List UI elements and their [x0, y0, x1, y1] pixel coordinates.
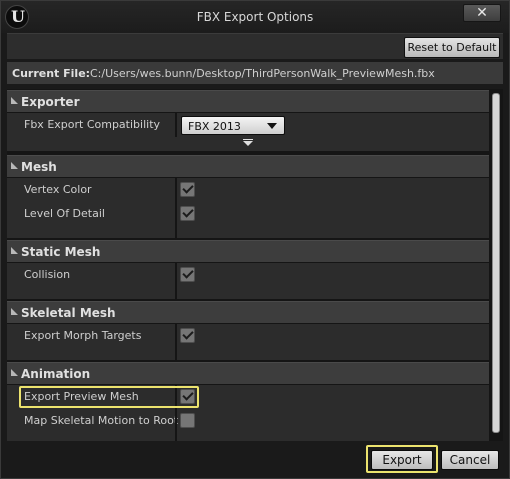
fbx-compatibility-dropdown[interactable]: FBX 2013 — [181, 116, 285, 135]
property-row-map-skeletal-motion-to-root: Map Skeletal Motion to Root — [7, 409, 489, 441]
category-animation[interactable]: Animation — [7, 362, 489, 384]
column-splitter[interactable] — [175, 324, 177, 360]
export-button[interactable]: Export — [371, 450, 433, 470]
collapse-arrow-icon[interactable] — [11, 308, 18, 315]
column-splitter[interactable] — [175, 178, 177, 202]
property-row-level-of-detail: Level Of Detail — [7, 202, 489, 238]
dropdown-value: FBX 2013 — [188, 120, 241, 133]
expand-advanced-icon[interactable] — [243, 141, 253, 146]
top-toolbar: Reset to Default — [7, 33, 503, 59]
collapse-arrow-icon[interactable] — [11, 97, 18, 104]
category-label: Mesh — [21, 160, 57, 174]
advanced-expander[interactable] — [7, 137, 489, 151]
chevron-down-icon — [267, 123, 277, 129]
collision-checkbox[interactable] — [180, 267, 195, 282]
category-label: Skeletal Mesh — [21, 306, 116, 320]
collapse-arrow-icon[interactable] — [11, 162, 18, 169]
property-label: Map Skeletal Motion to Root — [24, 414, 179, 427]
reset-to-default-button[interactable]: Reset to Default — [404, 37, 500, 58]
level-of-detail-checkbox[interactable] — [180, 206, 195, 221]
collapse-arrow-icon[interactable] — [11, 369, 18, 376]
category-label: Static Mesh — [21, 245, 101, 259]
property-row-export-morph-targets: Export Morph Targets — [7, 324, 489, 360]
expander-bar — [243, 139, 253, 140]
window-title: FBX Export Options — [196, 10, 314, 24]
details-panel: Exporter Fbx Export Compatibility FBX 20… — [7, 89, 503, 441]
dialog-footer: Export Cancel — [7, 443, 503, 476]
property-label: Level Of Detail — [24, 207, 105, 220]
title-bar[interactable]: U FBX Export Options ✕ — [1, 1, 509, 33]
category-mesh[interactable]: Mesh — [7, 155, 489, 177]
map-skeletal-motion-to-root-checkbox[interactable] — [180, 413, 195, 428]
property-label: Collision — [24, 268, 71, 281]
column-splitter[interactable] — [175, 202, 177, 238]
column-splitter[interactable] — [175, 113, 177, 137]
vertex-color-checkbox[interactable] — [180, 182, 195, 197]
current-file-bar: Current File: C:/Users/wes.bunn/Desktop/… — [7, 62, 503, 84]
property-row-vertex-color: Vertex Color — [7, 178, 489, 202]
close-icon: ✕ — [476, 5, 488, 21]
property-label: Export Morph Targets — [24, 329, 142, 342]
category-exporter[interactable]: Exporter — [7, 90, 489, 112]
category-label: Exporter — [21, 95, 80, 109]
category-static-mesh[interactable]: Static Mesh — [7, 240, 489, 262]
fbx-export-options-dialog: U FBX Export Options ✕ Reset to Default … — [0, 0, 510, 479]
column-splitter[interactable] — [175, 409, 177, 441]
highlight-outline — [19, 386, 199, 408]
property-label: Fbx Export Compatibility — [24, 118, 161, 131]
close-button[interactable]: ✕ — [463, 4, 501, 22]
property-row-collision: Collision — [7, 263, 489, 299]
column-splitter[interactable] — [175, 263, 177, 299]
category-label: Animation — [21, 367, 91, 381]
details-scrollbar[interactable] — [492, 93, 500, 433]
category-skeletal-mesh[interactable]: Skeletal Mesh — [7, 301, 489, 323]
current-file-path: C:/Users/wes.bunn/Desktop/ThirdPersonWal… — [90, 67, 435, 80]
collapse-arrow-icon[interactable] — [11, 247, 18, 254]
property-label: Vertex Color — [24, 183, 92, 196]
cancel-button[interactable]: Cancel — [441, 450, 499, 470]
property-row-fbx-export-compatibility: Fbx Export Compatibility FBX 2013 — [7, 113, 489, 137]
export-morph-targets-checkbox[interactable] — [180, 328, 195, 343]
current-file-label: Current File: — [12, 67, 91, 80]
